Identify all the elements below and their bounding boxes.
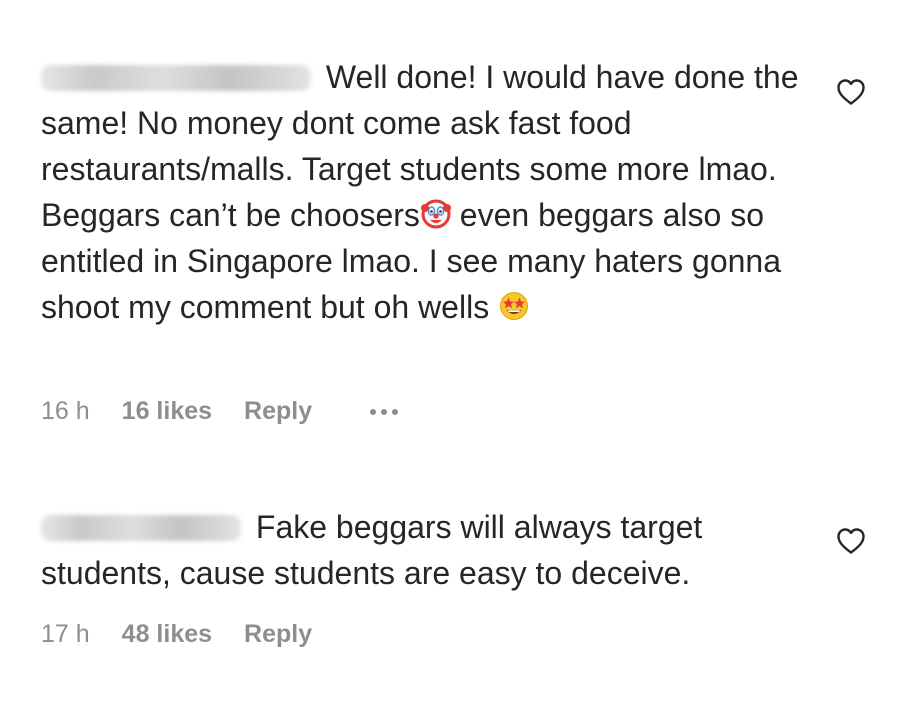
like-heart-icon[interactable] [836, 78, 866, 106]
reply-button[interactable]: Reply [244, 620, 312, 649]
comment-body: peachypeachy Well done! I would have don… [41, 54, 816, 330]
comment-timestamp: 16 h [41, 397, 90, 425]
likes-count[interactable]: 16 likes [122, 397, 212, 426]
comment-meta: 16 h 16 likes Reply [41, 397, 399, 426]
clown-face-icon [420, 199, 451, 229]
comment-meta: 17 h 48 likes Reply [41, 620, 344, 649]
like-heart-icon[interactable] [836, 527, 866, 555]
reply-button[interactable]: Reply [244, 397, 312, 426]
username-link[interactable]: beau_yy516 [41, 515, 241, 541]
comment-body: beau_yy516 Fake beggars will always targ… [41, 504, 816, 596]
comment-text: beau_yy516 Fake beggars will always targ… [41, 504, 816, 596]
star-struck-icon [500, 292, 529, 320]
likes-count[interactable]: 48 likes [122, 620, 212, 649]
comment-text: peachypeachy Well done! I would have don… [41, 54, 816, 330]
comment-timestamp: 17 h [41, 620, 90, 648]
username-link[interactable]: peachypeachy [41, 65, 311, 91]
more-options-icon[interactable] [370, 408, 399, 415]
